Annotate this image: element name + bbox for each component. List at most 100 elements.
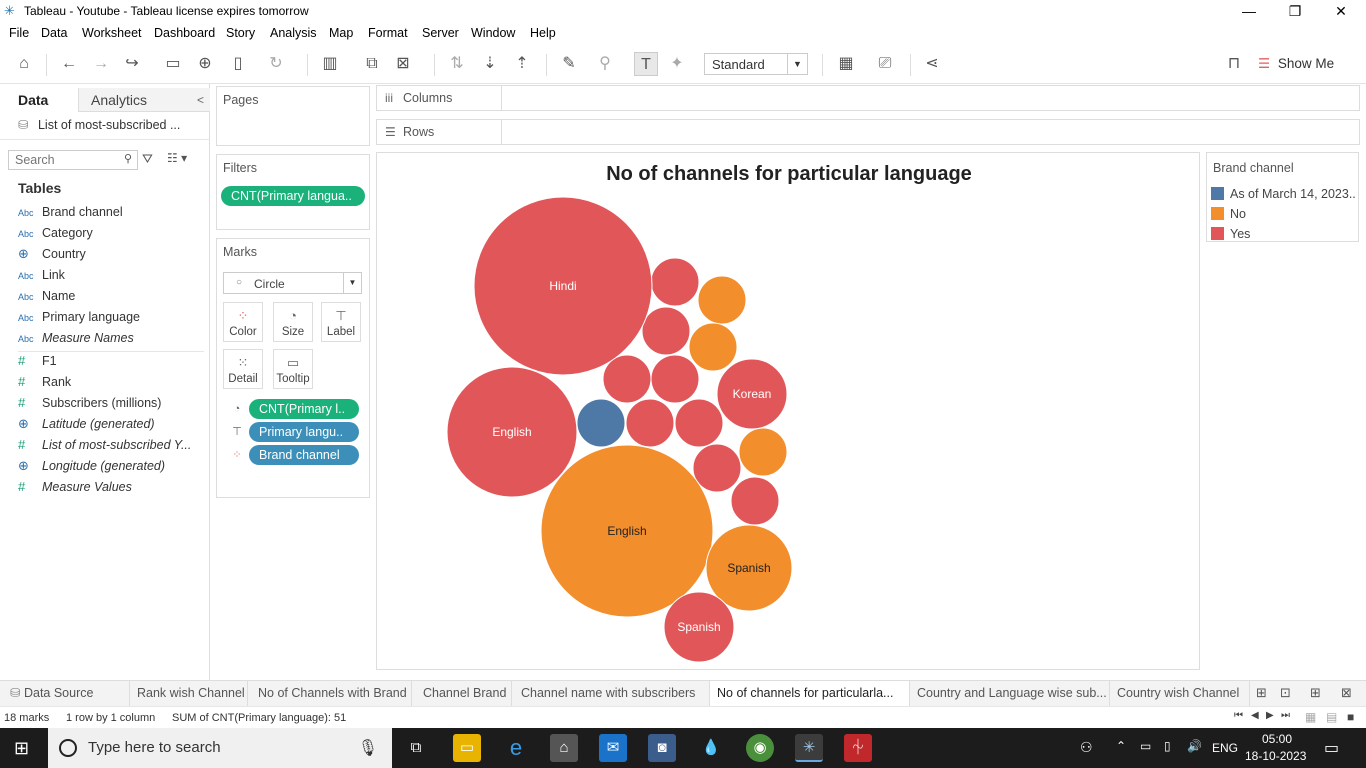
tab-sheet[interactable]: Channel Brand <box>416 681 512 706</box>
tray-chevron-icon[interactable]: ⌃ <box>1116 739 1126 753</box>
viz-canvas[interactable]: Hindi English English Korean Spanish Spanish … <box>376 152 1200 670</box>
fix-axes-icon[interactable]: ✦ <box>665 52 689 76</box>
field-item[interactable]: # Measure Values <box>18 477 208 497</box>
datasource-item[interactable]: ⛁ List of most-subscribed ... <box>18 117 180 132</box>
undo-icon[interactable]: ← <box>57 52 81 76</box>
legend-item[interactable]: No <box>1211 206 1357 222</box>
field-item[interactable]: Abc Primary language <box>18 307 208 327</box>
legend-item[interactable]: As of March 14, 2023.. <box>1211 186 1357 202</box>
save-icon[interactable]: ▭ <box>161 52 185 76</box>
field-item[interactable]: Abc Link <box>18 265 208 285</box>
tab-analytics[interactable]: Analytics < <box>78 88 210 112</box>
search-field[interactable]: ⚲ <box>8 150 138 170</box>
bubble-mark[interactable] <box>730 476 780 526</box>
bubble-mark[interactable] <box>625 398 675 448</box>
color-button[interactable]: ⁘ Color <box>223 302 263 342</box>
menu-format[interactable]: Format <box>368 26 408 40</box>
field-item[interactable]: ⊕ Latitude (generated) <box>18 414 208 434</box>
field-item[interactable]: # Subscribers (millions) <box>18 393 208 413</box>
color-pill[interactable]: Brand channel <box>249 445 359 465</box>
bubble-chart[interactable]: Hindi English English Korean Spanish Spanish <box>377 153 1201 671</box>
clock-time[interactable]: 05:00 <box>1262 732 1292 746</box>
sheet-sorter-icon[interactable]: ■ <box>1347 710 1354 724</box>
battery-icon[interactable]: ▯ <box>1164 739 1171 753</box>
share-icon[interactable]: ⋖ <box>920 52 944 76</box>
bubble-mark[interactable] <box>692 443 742 493</box>
windows-start-icon[interactable]: ⊞ <box>14 738 29 759</box>
last-sheet-icon[interactable]: ⏭ <box>1281 710 1290 721</box>
show-me-button[interactable]: ☰ Show Me <box>1258 52 1334 76</box>
home-icon[interactable]: ⌂ <box>12 52 36 76</box>
filter-icon[interactable]: ⛛ <box>142 151 153 167</box>
swap-icon[interactable]: ⇅ <box>445 52 469 76</box>
minimize-button[interactable]: — <box>1226 0 1272 22</box>
menu-help[interactable]: Help <box>530 26 556 40</box>
notifications-icon[interactable]: ▭ <box>1324 738 1339 758</box>
restore-button[interactable]: ❐ <box>1272 0 1318 22</box>
search-input[interactable] <box>9 151 114 169</box>
sort-ascending-icon[interactable]: ⇣ <box>478 52 502 76</box>
bubble-mark[interactable] <box>641 306 691 356</box>
field-item[interactable]: Abc Measure Names <box>18 328 208 348</box>
next-sheet-icon[interactable]: ▶ <box>1266 710 1274 721</box>
tooltip-button[interactable]: ▭ Tooltip <box>273 349 313 389</box>
pause-updates-icon[interactable]: ▯ <box>226 52 250 76</box>
microphone-icon[interactable]: 🎙 <box>358 738 378 758</box>
bubble-mark[interactable] <box>738 427 788 477</box>
label-button[interactable]: ⊤ Label <box>321 302 361 342</box>
new-dashboard-icon[interactable]: ⊡ <box>1280 685 1291 701</box>
group-icon[interactable]: ⚲ <box>593 52 617 76</box>
menu-worksheet[interactable]: Worksheet <box>82 26 142 40</box>
first-sheet-icon[interactable]: ⏮ <box>1234 710 1243 721</box>
mark-type-select[interactable]: ○ Circle ▼ <box>223 272 362 294</box>
bubble-mark[interactable] <box>674 398 724 448</box>
columns-shelf[interactable]: iii Columns <box>376 85 1360 111</box>
field-item[interactable]: ⊕ Country <box>18 244 208 264</box>
fit-select[interactable]: Standard ▼ <box>704 53 808 75</box>
clock-date[interactable]: 18-10-2023 <box>1245 749 1306 763</box>
collapse-icon[interactable]: < <box>197 88 204 112</box>
task-view-icon[interactable]: ⧉ <box>402 734 430 762</box>
field-item[interactable]: Abc Name <box>18 286 208 306</box>
field-item[interactable]: # List of most-subscribed Y... <box>18 435 208 455</box>
close-button[interactable]: ✕ <box>1318 0 1364 22</box>
tab-sheet[interactable]: Channel name with subscribers <box>514 681 710 706</box>
tableau-taskbar-icon[interactable]: ✳ <box>795 734 823 762</box>
tab-sheet[interactable]: No of Channels with Brand <box>251 681 412 706</box>
field-item[interactable]: ⊕ Longitude (generated) <box>18 456 208 476</box>
bubble-mark[interactable] <box>650 257 700 307</box>
tab-sheet-active[interactable]: No of channels for particularla... <box>710 681 910 706</box>
rows-shelf[interactable]: ☰ Rows <box>376 119 1360 145</box>
field-item[interactable]: # F1 <box>18 351 208 371</box>
tab-sheet[interactable]: Country wish Channel <box>1110 681 1250 706</box>
tab-data-source[interactable]: ⛁ Data Source <box>0 681 130 706</box>
pages-shelf[interactable]: Pages <box>216 86 370 146</box>
detail-button[interactable]: ⁙ Detail <box>223 349 263 389</box>
new-datasource-icon[interactable]: ⊕ <box>193 52 217 76</box>
filters-shelf[interactable]: Filters CNT(Primary langua.. <box>216 154 370 230</box>
taskbar-search[interactable]: Type here to search 🎙 <box>48 728 392 768</box>
people-icon[interactable]: ⚇ <box>1080 739 1093 756</box>
redo-arrow-icon[interactable]: ↪ <box>120 52 144 76</box>
menu-data[interactable]: Data <box>41 26 67 40</box>
bubble-mark[interactable] <box>688 322 738 372</box>
paint-icon[interactable]: 💧 <box>697 734 725 762</box>
bubble-mark[interactable] <box>697 275 747 325</box>
cards-icon[interactable]: ▦ <box>834 52 858 76</box>
field-item[interactable]: Abc Brand channel <box>18 202 208 222</box>
prev-sheet-icon[interactable]: ◀ <box>1251 710 1259 721</box>
acrobat-icon[interactable]: ⏆ <box>844 734 872 762</box>
size-pill[interactable]: CNT(Primary l.. <box>249 399 359 419</box>
volume-icon[interactable]: 🔊 <box>1187 739 1202 753</box>
new-sheet-icon[interactable]: ⊞ <box>1256 685 1267 701</box>
tabs-view-icon[interactable]: ▤ <box>1326 710 1337 724</box>
network-icon[interactable]: ▭ <box>1140 739 1151 753</box>
field-item[interactable]: Abc Category <box>18 223 208 243</box>
sort-descending-icon[interactable]: ⇡ <box>510 52 534 76</box>
bubble-mark[interactable] <box>576 398 626 448</box>
label-pill[interactable]: Primary langu.. <box>249 422 359 442</box>
language-indicator[interactable]: ENG <box>1212 741 1238 755</box>
field-item[interactable]: # Rank <box>18 372 208 392</box>
menu-dashboard[interactable]: Dashboard <box>154 26 215 40</box>
view-options-icon[interactable]: ☷ ▾ <box>167 151 187 165</box>
